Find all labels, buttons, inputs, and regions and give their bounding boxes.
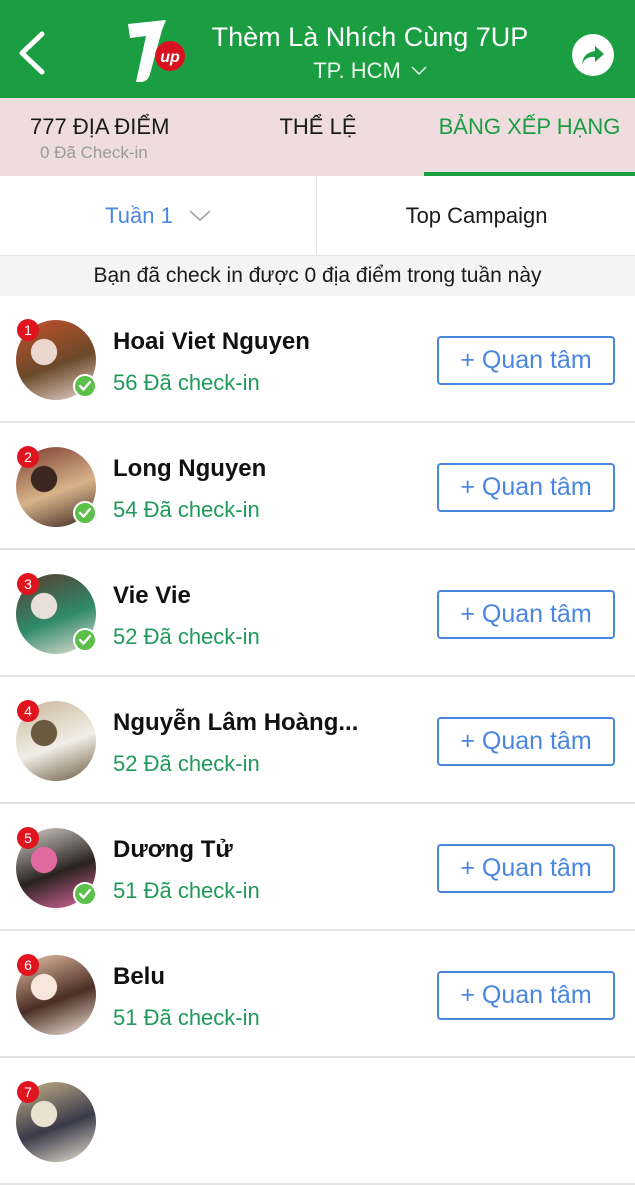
checkin-count: 54 Đã check-in <box>113 497 260 522</box>
back-button[interactable] <box>14 30 50 76</box>
leaderboard-list: 1 Hoai Viet Nguyen 56 Đã check-in + Quan… <box>0 296 635 1185</box>
chevron-down-icon <box>189 209 211 221</box>
chevron-left-icon <box>19 31 45 75</box>
user-name[interactable]: Belu <box>113 963 165 991</box>
follow-button[interactable]: + Quan tâm <box>437 844 615 893</box>
leaderboard-row[interactable]: 2 Long Nguyen 54 Đã check-in + Quan tâm <box>0 423 635 550</box>
tab-bar: 777 ĐỊA ĐIỂM 0 Đã Check-in THỂ LỆ BẢNG X… <box>0 98 635 176</box>
page-title: Thèm Là Nhích Cùng 7UP <box>211 22 529 52</box>
avatar[interactable]: 1 <box>16 319 97 400</box>
avatar[interactable]: 2 <box>16 446 97 527</box>
chevron-down-icon <box>411 66 427 76</box>
checkin-count: 56 Đã check-in <box>113 370 260 395</box>
rank-badge: 6 <box>17 954 39 976</box>
filter-row: Tuần 1 Top Campaign <box>0 176 635 256</box>
city-selector[interactable]: TP. HCM <box>313 56 427 86</box>
checkin-count-label: 0 Đã Check-in <box>40 143 148 162</box>
city-label: TP. HCM <box>313 58 401 83</box>
follow-button[interactable]: + Quan tâm <box>437 463 615 512</box>
leaderboard-row[interactable]: 1 Hoai Viet Nguyen 56 Đã check-in + Quan… <box>0 296 635 423</box>
avatar[interactable]: 4 <box>16 700 96 781</box>
user-name[interactable]: Dương Tử <box>113 836 233 864</box>
tab-leaderboard[interactable]: BẢNG XẾP HẠNG <box>424 98 635 176</box>
leaderboard-row[interactable]: 7 <box>0 1058 635 1185</box>
weekly-checkin-notice: Bạn đã check in được 0 địa điểm trong tu… <box>0 256 635 296</box>
avatar[interactable]: 7 <box>16 1081 96 1162</box>
tab-rules-label: THỂ LỆ <box>279 114 357 139</box>
follow-button[interactable]: + Quan tâm <box>437 590 615 639</box>
week-selector[interactable]: Tuần 1 <box>0 176 317 255</box>
tab-locations-label: 777 ĐỊA ĐIỂM <box>30 114 170 139</box>
tab-rules[interactable]: THỂ LỆ <box>212 98 424 176</box>
rank-badge: 1 <box>17 319 39 341</box>
leaderboard-row[interactable]: 6 Belu 51 Đã check-in + Quan tâm <box>0 931 635 1058</box>
verified-check-icon <box>73 882 97 906</box>
leaderboard-row[interactable]: 3 Vie Vie 52 Đã check-in + Quan tâm <box>0 550 635 677</box>
rank-badge: 7 <box>17 1081 39 1103</box>
rank-badge: 2 <box>17 446 39 468</box>
share-arrow-icon <box>582 46 604 64</box>
user-name[interactable]: Hoai Viet Nguyen <box>113 328 310 356</box>
leaderboard-row[interactable]: 4 Nguyễn Lâm Hoàng... 52 Đã check-in + Q… <box>0 677 635 804</box>
user-name[interactable]: Long Nguyen <box>113 455 266 483</box>
top-campaign-button[interactable]: Top Campaign <box>318 176 635 255</box>
verified-check-icon <box>73 501 97 525</box>
checkin-count: 52 Đã check-in <box>113 751 260 776</box>
top-campaign-label: Top Campaign <box>405 202 548 228</box>
user-name[interactable]: Vie Vie <box>113 582 191 610</box>
rank-badge: 4 <box>17 700 39 722</box>
verified-check-icon <box>73 628 97 652</box>
avatar[interactable]: 3 <box>16 573 97 654</box>
avatar[interactable]: 6 <box>16 954 96 1035</box>
rank-badge: 5 <box>17 827 39 849</box>
app-header: up Thèm Là Nhích Cùng 7UP TP. HCM <box>0 0 635 98</box>
checkin-count: 51 Đã check-in <box>113 878 260 903</box>
tab-leaderboard-label: BẢNG XẾP HẠNG <box>438 114 621 139</box>
checkin-count: 51 Đã check-in <box>113 1005 260 1030</box>
rank-badge: 3 <box>17 573 39 595</box>
verified-check-icon <box>73 374 97 398</box>
week-label: Tuần 1 <box>105 202 173 228</box>
follow-button[interactable]: + Quan tâm <box>437 336 615 385</box>
7up-logo: up <box>122 14 188 86</box>
leaderboard-row[interactable]: 5 Dương Tử 51 Đã check-in + Quan tâm <box>0 804 635 931</box>
follow-button[interactable]: + Quan tâm <box>437 971 615 1020</box>
checkin-count: 52 Đã check-in <box>113 624 260 649</box>
avatar[interactable]: 5 <box>16 827 97 908</box>
follow-button[interactable]: + Quan tâm <box>437 717 615 766</box>
tab-locations[interactable]: 777 ĐỊA ĐIỂM 0 Đã Check-in <box>0 98 212 176</box>
user-name[interactable]: Nguyễn Lâm Hoàng... <box>113 709 358 737</box>
svg-text:up: up <box>160 49 180 66</box>
share-button[interactable] <box>572 34 614 76</box>
